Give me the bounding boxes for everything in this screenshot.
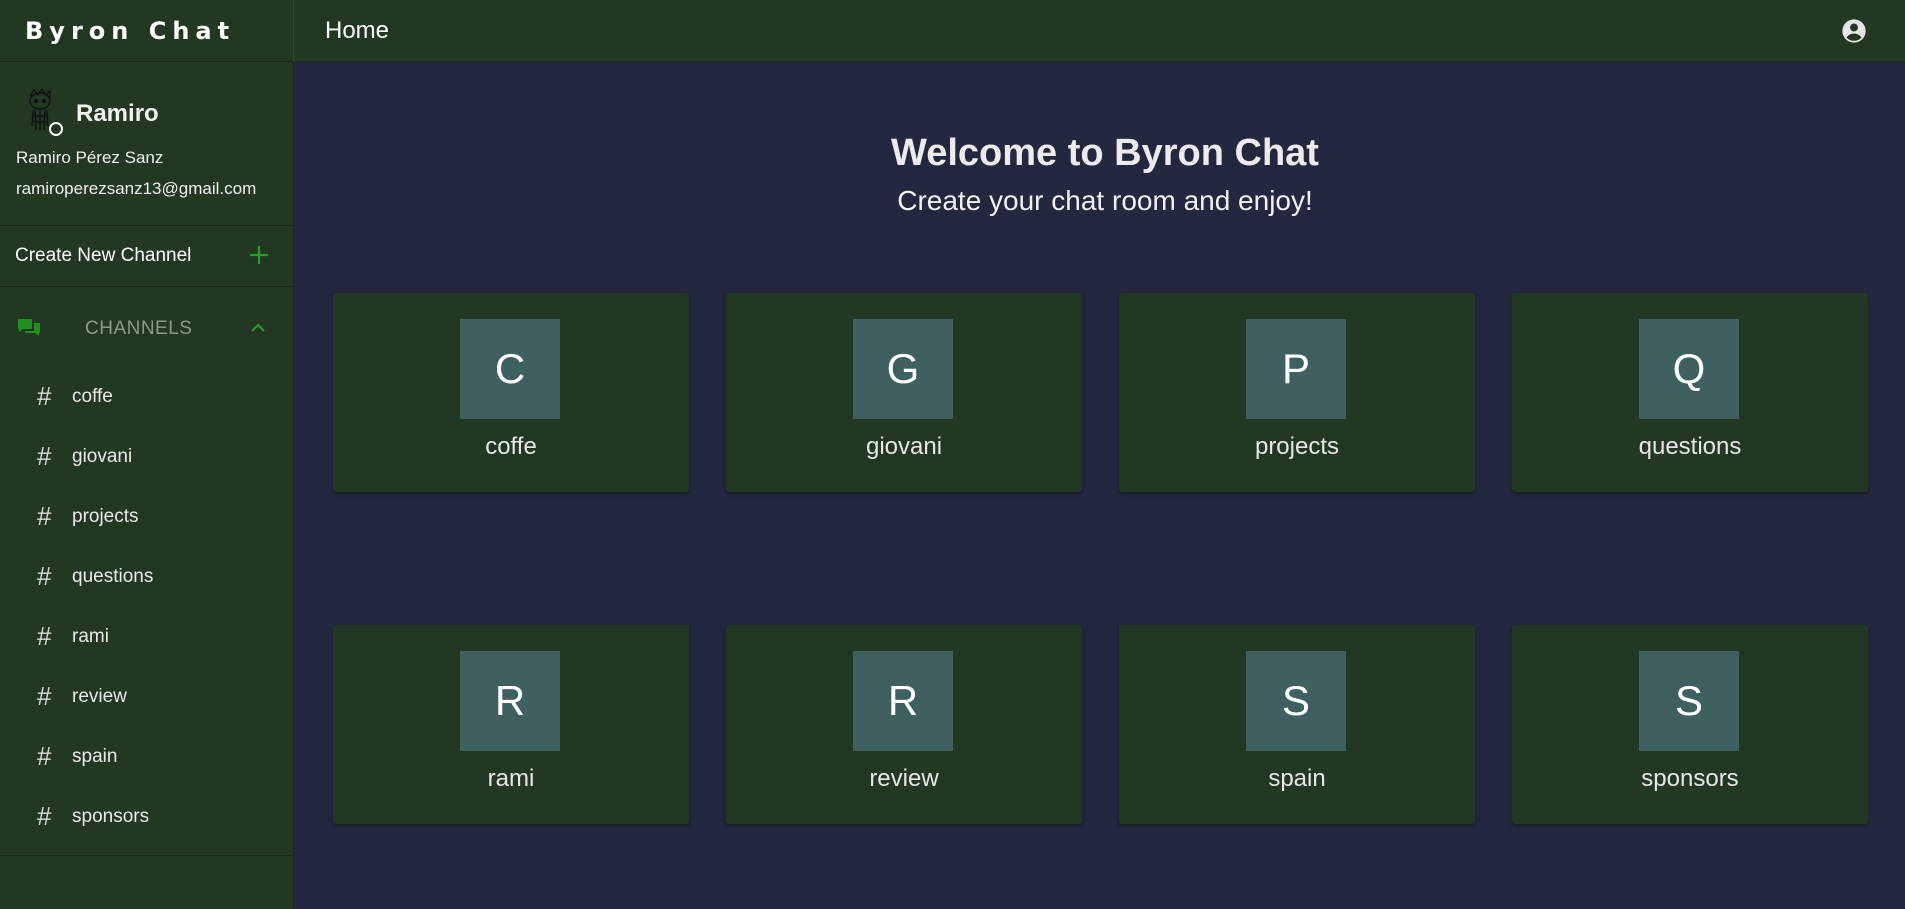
- channels-section-toggle[interactable]: CHANNELS: [0, 287, 293, 367]
- channel-label: rami: [72, 626, 109, 647]
- sidebar-channel-giovani[interactable]: # giovani: [0, 427, 293, 487]
- channel-initial-tile: S: [1639, 651, 1739, 751]
- channel-list: # coffe # giovani # projects # questions # ra…: [0, 367, 293, 856]
- sidebar: Ramiro Ramiro Pérez Sanz ramiroperezsanz…: [0, 62, 294, 909]
- sidebar-channel-sponsors[interactable]: # sponsors: [0, 787, 293, 847]
- user-full-name: Ramiro Pérez Sanz: [16, 148, 164, 167]
- chevron-up-icon[interactable]: [248, 318, 268, 338]
- channel-label: projects: [72, 506, 139, 527]
- page-title: Home: [325, 17, 390, 44]
- channel-card-review[interactable]: R review: [726, 625, 1082, 824]
- account-button[interactable]: [1840, 17, 1868, 45]
- channel-initial-tile: R: [853, 651, 953, 751]
- channel-card-spain[interactable]: S spain: [1119, 625, 1475, 824]
- welcome-title: Welcome to Byron Chat: [891, 132, 1319, 174]
- sidebar-channel-spain[interactable]: # spain: [0, 727, 293, 787]
- account-circle-icon: [1842, 19, 1866, 43]
- hash-icon: #: [37, 621, 52, 651]
- channel-card-label: questions: [1638, 433, 1742, 460]
- channel-card-label: rami: [487, 765, 535, 792]
- hash-icon: #: [37, 501, 52, 531]
- hash-icon: #: [37, 381, 52, 411]
- top-app-bar: Byron Chat Home: [0, 0, 1905, 62]
- sidebar-channel-rami[interactable]: # rami: [0, 607, 293, 667]
- channel-card-sponsors[interactable]: S sponsors: [1512, 625, 1868, 824]
- hash-icon: #: [37, 741, 52, 771]
- channel-card-label: projects: [1254, 433, 1340, 460]
- channel-label: sponsors: [72, 806, 150, 827]
- welcome-subtitle: Create your chat room and enjoy!: [897, 185, 1313, 216]
- channel-initial-tile: S: [1246, 651, 1346, 751]
- sidebar-channel-coffe[interactable]: # coffe: [0, 367, 293, 427]
- channel-card-projects[interactable]: P projects: [1119, 293, 1475, 492]
- user-email: ramiroperezsanz13@gmail.com: [16, 179, 257, 198]
- channel-card-label: coffe: [485, 433, 537, 460]
- create-channel-label: Create New Channel: [15, 245, 192, 266]
- channel-label: spain: [72, 746, 118, 767]
- channel-label: questions: [72, 566, 154, 587]
- channel-card-rami[interactable]: R rami: [333, 625, 689, 824]
- app-brand[interactable]: Byron Chat: [0, 0, 294, 62]
- channel-label: coffe: [72, 386, 113, 407]
- channel-initial-tile: P: [1246, 319, 1346, 419]
- plus-icon[interactable]: [248, 244, 270, 266]
- channel-label: review: [72, 686, 127, 707]
- channel-card-label: sponsors: [1641, 765, 1739, 792]
- channel-label: giovani: [72, 446, 133, 467]
- sidebar-channel-review[interactable]: # review: [0, 667, 293, 727]
- channel-card-label: spain: [1268, 765, 1326, 792]
- online-status-indicator: [49, 122, 63, 136]
- create-channel-button[interactable]: Create New Channel: [0, 226, 293, 287]
- channels-header-label: CHANNELS: [85, 318, 193, 339]
- main-content: Welcome to Byron Chat Create your chat r…: [295, 63, 1905, 909]
- channel-card-label: review: [869, 765, 939, 792]
- sidebar-channel-questions[interactable]: # questions: [0, 547, 293, 607]
- channel-card-giovani[interactable]: G giovani: [726, 293, 1082, 492]
- channel-card-coffe[interactable]: C coffe: [333, 293, 689, 492]
- channel-card-questions[interactable]: Q questions: [1512, 293, 1868, 492]
- channel-card-label: giovani: [865, 433, 943, 460]
- channel-initial-tile: R: [460, 651, 560, 751]
- chat-bubbles-icon: [18, 319, 40, 336]
- sidebar-channel-projects[interactable]: # projects: [0, 487, 293, 547]
- hash-icon: #: [37, 561, 52, 591]
- user-profile: Ramiro Ramiro Pérez Sanz ramiroperezsanz…: [0, 62, 293, 226]
- channel-initial-tile: Q: [1639, 319, 1739, 419]
- hash-icon: #: [37, 801, 52, 831]
- hash-icon: #: [37, 441, 52, 471]
- channel-initial-tile: C: [460, 319, 560, 419]
- hash-icon: #: [37, 681, 52, 711]
- user-name: Ramiro: [76, 100, 159, 127]
- channel-initial-tile: G: [853, 319, 953, 419]
